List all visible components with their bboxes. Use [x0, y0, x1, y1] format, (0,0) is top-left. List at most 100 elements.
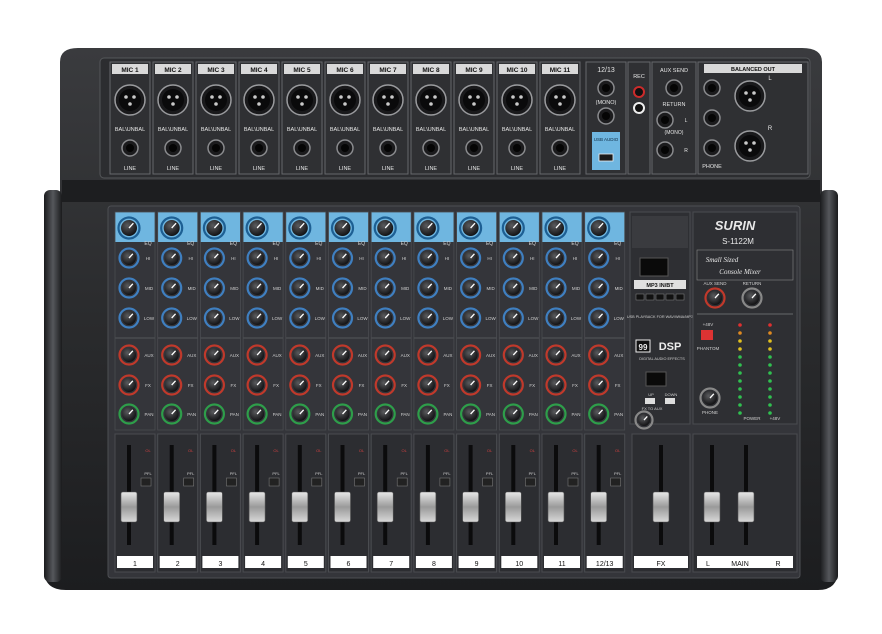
gain-knob: [459, 216, 483, 240]
fx-knob: [417, 374, 439, 396]
ol-label: OL: [273, 448, 279, 453]
return-label: RETURN: [663, 102, 686, 108]
pan-knob: [289, 403, 311, 425]
ol-label: OL: [359, 448, 365, 453]
hi-label: HI: [231, 256, 236, 261]
meter-led-right: [768, 371, 772, 375]
low-label: LOW: [614, 316, 625, 321]
pan-label: PAN: [614, 412, 623, 417]
eq-mid-knob: [246, 277, 268, 299]
aux-label: AUX: [486, 353, 495, 358]
low-label: LOW: [443, 316, 454, 321]
aux-label: AUX: [144, 353, 153, 358]
aux-knob: [203, 344, 225, 366]
hi-label: HI: [445, 256, 450, 261]
eq-label: EQ: [571, 241, 578, 247]
mid-label: MID: [572, 286, 581, 291]
pfl-label: PFL: [486, 471, 494, 476]
fx-label: FX: [444, 383, 450, 388]
plus48v-label: +48V: [703, 322, 714, 327]
pan-knob: [502, 403, 524, 425]
out-xlr-left: [734, 80, 766, 112]
mic-label: MIC 2: [164, 67, 182, 74]
meter-led-left: [738, 355, 742, 359]
out-jack-2: [703, 109, 721, 127]
bal-unbal-label: BAL\UNBAL: [459, 127, 489, 133]
aux-knob: [460, 344, 482, 366]
gain-knob: [117, 216, 141, 240]
fader-label: 10: [515, 561, 523, 568]
phantom-switch: [701, 330, 713, 340]
fader-label: 7: [389, 561, 393, 568]
eq-hi-knob: [161, 247, 183, 269]
eq-low-knob: [161, 307, 183, 329]
fader-label: 2: [176, 561, 180, 568]
bal-unbal-label: BAL\UNBAL: [158, 127, 188, 133]
line-label: LINE: [382, 166, 395, 172]
fx-label: FX: [145, 383, 151, 388]
ol-label: OL: [145, 448, 151, 453]
meter-led-left: [738, 339, 742, 343]
eq-mid-knob: [545, 277, 567, 299]
main-fader-cap: [737, 491, 755, 523]
pfl-button: [439, 477, 451, 487]
meter-led-right: [768, 323, 772, 327]
return-mono-label: (MONO): [665, 130, 684, 136]
meter-led-left: [738, 371, 742, 375]
fx-fader-cap: [652, 491, 670, 523]
eq-label: EQ: [614, 241, 621, 247]
fader-label: 5: [304, 561, 308, 568]
pan-knob: [118, 403, 140, 425]
pfl-button: [140, 477, 152, 487]
meter-led-left: [738, 379, 742, 383]
left-side-edge: [44, 190, 62, 582]
channel-fader-cap: [163, 491, 180, 523]
bal-unbal-label: BAL\UNBAL: [545, 127, 575, 133]
mic-input-cell: [453, 61, 495, 175]
fx-label: FX: [231, 383, 237, 388]
eq-low-knob: [246, 307, 268, 329]
up-button: [645, 398, 655, 404]
aux-knob: [118, 344, 140, 366]
hi-label: HI: [146, 256, 151, 261]
low-label: LOW: [315, 316, 326, 321]
mic-input-cell: [410, 61, 452, 175]
mid-label: MID: [273, 286, 282, 291]
usb-port-icon: [598, 153, 614, 162]
meter-led-right: [768, 387, 772, 391]
pfl-label: PFL: [614, 471, 622, 476]
eq-label: EQ: [315, 241, 322, 247]
fader-label: 11: [558, 561, 565, 568]
line-label: LINE: [511, 166, 524, 172]
bal-unbal-label: BAL\UNBAL: [201, 127, 231, 133]
gain-knob: [416, 216, 440, 240]
fx-knob: [246, 374, 268, 396]
meter-led-right: [768, 347, 772, 351]
gain-knob: [288, 216, 312, 240]
pfl-button: [567, 477, 579, 487]
pfl-label: PFL: [144, 471, 152, 476]
channel-fader-cap: [547, 491, 565, 523]
line-label: LINE: [167, 166, 180, 172]
pfl-label: PFL: [187, 471, 195, 476]
pan-label: PAN: [315, 412, 324, 417]
hi-label: HI: [317, 256, 322, 261]
channel-fader-cap: [590, 491, 608, 523]
aux-label: AUX: [230, 353, 239, 358]
mp3-display: [639, 257, 669, 277]
pfl-button: [183, 477, 194, 487]
meter-led-right: [768, 403, 772, 407]
line-label: LINE: [554, 166, 567, 172]
pfl-button: [311, 477, 323, 487]
mic-label: MIC 3: [207, 67, 225, 74]
fader-label: 6: [347, 561, 351, 568]
meter-led-left: [738, 363, 742, 367]
mp3-button: [645, 293, 655, 301]
down-button: [665, 398, 675, 404]
bal-unbal-label: BAL\UNBAL: [373, 127, 403, 133]
aux-send-master-knob: [704, 287, 726, 309]
aux-send-master-label: AUX SEND: [703, 281, 727, 286]
aux-label: AUX: [272, 353, 281, 358]
aux-label: AUX: [571, 353, 580, 358]
pfl-label: PFL: [529, 471, 537, 476]
